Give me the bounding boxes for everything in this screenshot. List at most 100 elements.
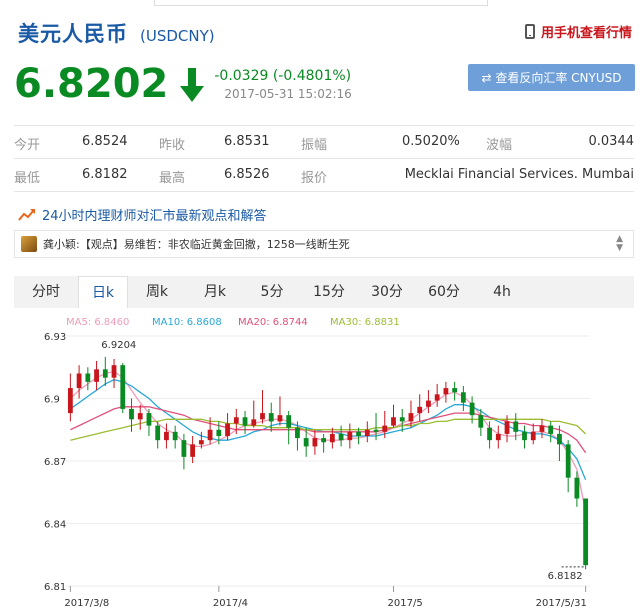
candle-body: [198, 440, 204, 445]
candle-body: [583, 498, 589, 566]
candle-body: [530, 431, 536, 441]
x-tick-label: 2017/4: [213, 598, 248, 608]
tab-2[interactable]: 周k: [128, 276, 186, 308]
tab-4[interactable]: 5分: [244, 276, 300, 308]
candle-body: [443, 388, 449, 395]
candle-body: [417, 406, 423, 414]
y-tick-label: 6.81: [44, 582, 66, 593]
high-annotation: 6.9204: [101, 340, 136, 351]
candle-body: [207, 429, 213, 441]
x-tick-label: 2017/3/8: [64, 598, 109, 608]
candle-body: [487, 427, 492, 441]
range-value: 0.0344: [588, 134, 635, 149]
candle-body: [67, 388, 73, 414]
y-tick-label: 6.84: [44, 520, 66, 531]
candle-body: [329, 433, 335, 443]
pair-symbol: (USDCNY): [140, 27, 215, 45]
kline-chart-svg: MA5: 6.8460 MA10: 6.8608 MA20: 6.8744 MA30:…: [44, 317, 590, 608]
scroll-arrows-icon[interactable]: ▲ ▼: [616, 235, 623, 253]
candle-body: [495, 433, 501, 441]
candle-body: [364, 429, 370, 436]
candle-body: [137, 413, 143, 420]
low-label: 最低: [14, 171, 41, 186]
tab-0[interactable]: 分时: [14, 276, 78, 308]
candle-body: [164, 431, 169, 441]
candle-body: [452, 388, 458, 393]
stats-table: 今开 6.8524 昨收 6.8531 振幅 0.5020% 波幅 0.0344…: [14, 125, 634, 192]
amplitude-label: 振幅: [301, 138, 328, 153]
tab-8[interactable]: 4h: [472, 276, 532, 308]
price-row: 6.8202 -0.0329 (-0.4801%) 2017-05-31 15:…: [14, 58, 352, 110]
candle-body: [155, 425, 161, 441]
news-header[interactable]: 24小时内理财师对汇市最新观点和解答: [18, 205, 267, 224]
legend-ma5: MA5: 6.8460: [66, 317, 129, 328]
low-annotation: 6.8182: [548, 571, 583, 582]
low-value: 6.8182: [82, 167, 128, 182]
tab-3[interactable]: 月k: [186, 276, 244, 308]
candle-body: [504, 421, 510, 434]
candle-body: [303, 438, 309, 447]
legend-ma20: MA20: 6.8744: [238, 317, 308, 328]
candle-body: [373, 429, 379, 432]
news-ticker[interactable]: 龚小颖:【观点】易维哲：非农临近黄金回撤，1258一线断生死 ▲ ▼: [14, 230, 634, 258]
current-price: 6.8202: [14, 61, 169, 107]
candle-body: [146, 413, 152, 426]
quote-source-label: 报价: [301, 171, 328, 186]
candle-body: [460, 392, 466, 403]
candle-body: [102, 369, 108, 378]
candle-body: [120, 365, 126, 409]
candle-body: [574, 477, 580, 499]
candle-body: [478, 415, 484, 428]
candle-body: [426, 400, 431, 407]
candle-body: [295, 427, 300, 439]
amplitude-value: 0.5020%: [402, 134, 460, 149]
candle-body: [277, 415, 283, 422]
candle-body: [129, 408, 134, 420]
candle-body: [181, 440, 187, 457]
candle-body: [312, 438, 318, 447]
y-tick-label: 6.9: [44, 395, 60, 406]
candle-body: [286, 415, 292, 428]
reverse-rate-button[interactable]: ⇄ 查看反向汇率 CNYUSD: [468, 64, 635, 91]
candle-body: [469, 402, 475, 416]
ma-line-ma5: [69, 370, 587, 512]
phone-icon: [524, 24, 535, 39]
candle-body: [111, 365, 117, 378]
open-label: 今开: [14, 138, 41, 153]
y-tick-label: 6.87: [44, 457, 66, 468]
analyst-avatar: [21, 236, 37, 252]
candle-body: [242, 417, 248, 426]
tab-5[interactable]: 15分: [300, 276, 358, 308]
candle-body: [225, 423, 230, 436]
candle-body: [233, 417, 239, 424]
pair-name: 美元人民币: [18, 22, 128, 46]
candle-body: [321, 438, 327, 443]
down-arrow-icon: [180, 68, 205, 102]
tab-7[interactable]: 60分: [416, 276, 472, 308]
prev-close-label: 昨收: [159, 138, 186, 153]
stats-row-2: 最低 6.8182 最高 6.8526 报价 Mecklai Financial…: [14, 159, 634, 192]
top-frame-edge: [154, 0, 488, 6]
mobile-view-link[interactable]: 用手机查看行情: [524, 22, 632, 41]
open-value: 6.8524: [82, 134, 128, 149]
candle-body: [513, 421, 519, 432]
candle-body: [391, 417, 396, 426]
candle-body: [172, 431, 178, 441]
candle-body: [251, 419, 257, 426]
candle-body: [268, 413, 274, 422]
period-tabs: 分时 日k 周k 月k 5分 15分 30分 60分 4h: [14, 276, 634, 308]
news-item-text: 龚小颖:【观点】易维哲：非农临近黄金回撤，1258一线断生死: [43, 238, 350, 251]
tab-6[interactable]: 30分: [358, 276, 416, 308]
quote-source-value: Mecklai Financial Services. Mumbai: [404, 167, 634, 182]
legend-ma10: MA10: 6.8608: [152, 317, 222, 328]
candle-body: [408, 413, 414, 422]
candle-body: [85, 373, 91, 382]
tab-1[interactable]: 日k: [78, 276, 128, 308]
candle-body: [216, 429, 222, 436]
candle-body: [565, 444, 571, 478]
candle-body: [338, 433, 344, 441]
x-tick-label: 2017/5: [388, 598, 423, 608]
y-tick-label: 6.93: [44, 332, 66, 343]
trend-icon: [18, 208, 35, 221]
candle-body: [539, 425, 545, 432]
